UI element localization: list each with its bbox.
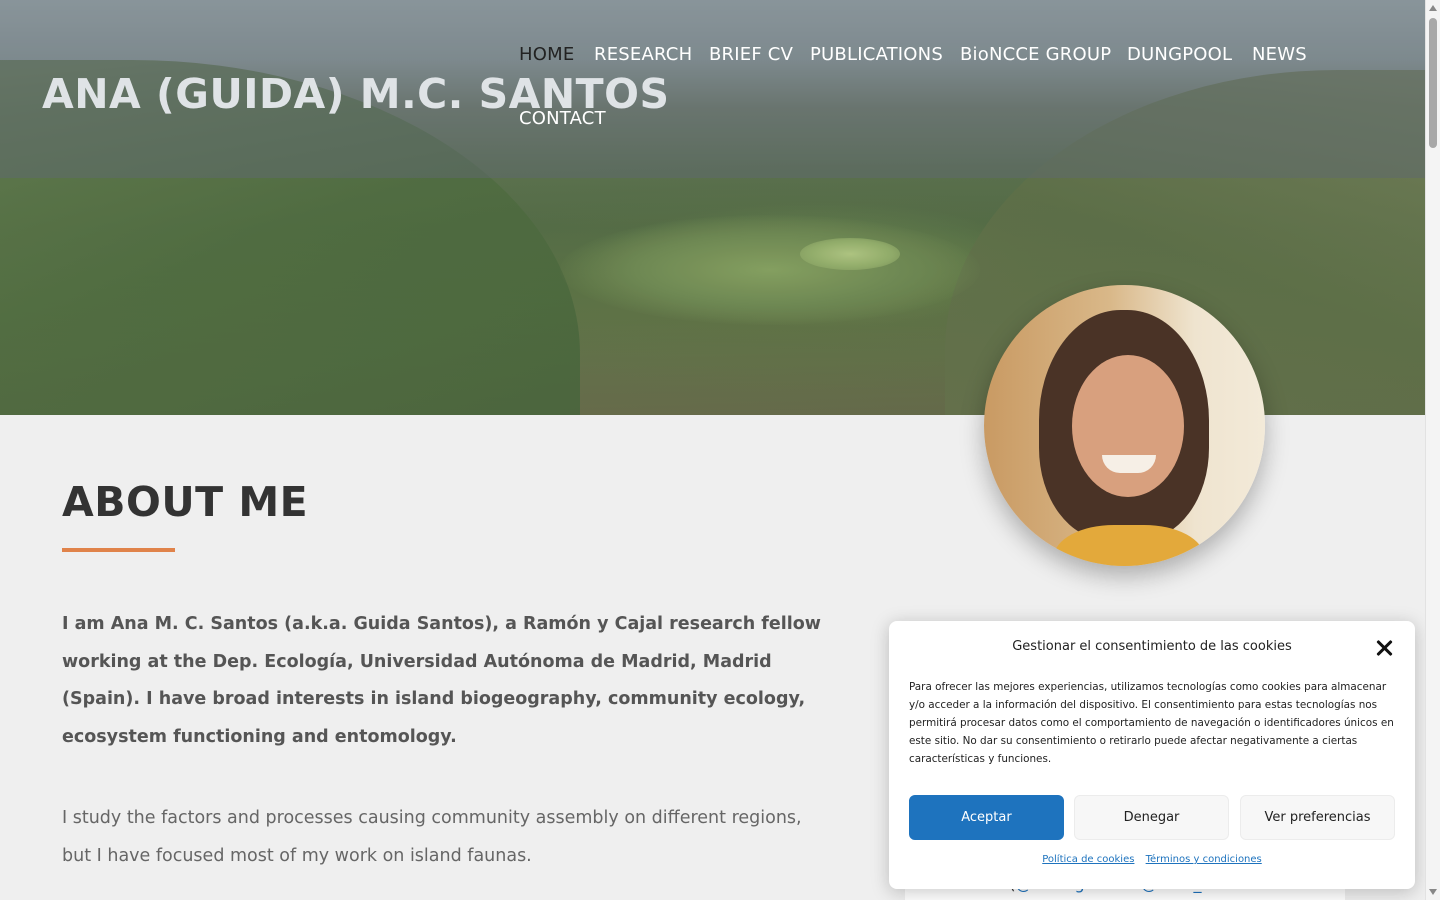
intro-bold-text: I am Ana M. C. Santos (a.k.a. Guida Sant… <box>62 614 821 748</box>
cookie-dialog-title: Gestionar el consentimiento de las cooki… <box>1012 639 1292 654</box>
nav-item-research[interactable]: RESEARCH <box>594 44 692 65</box>
scrollbar-thumb[interactable] <box>1429 18 1437 148</box>
scroll-up-icon[interactable] <box>1429 5 1437 11</box>
cookie-consent-dialog: Gestionar el consentimiento de las cooki… <box>889 621 1415 889</box>
nav-item-contact[interactable]: CONTACT <box>519 108 606 129</box>
view-preferences-button[interactable]: Ver preferencias <box>1240 795 1395 840</box>
nav-item-brief-cv[interactable]: BRIEF CV <box>709 44 793 65</box>
nav-item-home[interactable]: HOME <box>519 44 574 65</box>
nav-item-news[interactable]: NEWS <box>1252 44 1307 65</box>
page-scrollbar[interactable] <box>1425 0 1440 900</box>
cookie-dialog-body: Para ofrecer las mejores experiencias, u… <box>909 681 1394 765</box>
cookie-policy-link[interactable]: Política de cookies <box>1042 854 1134 865</box>
about-heading: ABOUT ME <box>62 478 309 526</box>
accept-cookies-button[interactable]: Aceptar <box>909 795 1064 840</box>
scroll-down-icon[interactable] <box>1429 889 1437 895</box>
profile-photo <box>984 285 1265 566</box>
cookie-links: Política de cookies Términos y condicion… <box>889 854 1415 865</box>
nav-item-publications[interactable]: PUBLICATIONS <box>810 44 943 65</box>
intro-text: I study the factors and processes causin… <box>62 808 802 866</box>
terms-link[interactable]: Términos y condiciones <box>1146 854 1262 865</box>
nav-item-bioncce-group[interactable]: BioNCCE GROUP <box>960 44 1111 65</box>
heading-divider <box>62 548 175 552</box>
deny-cookies-button[interactable]: Denegar <box>1074 795 1229 840</box>
nav-item-dungpool[interactable]: DUNGPOOL <box>1127 44 1232 65</box>
close-icon[interactable] <box>1375 638 1395 658</box>
